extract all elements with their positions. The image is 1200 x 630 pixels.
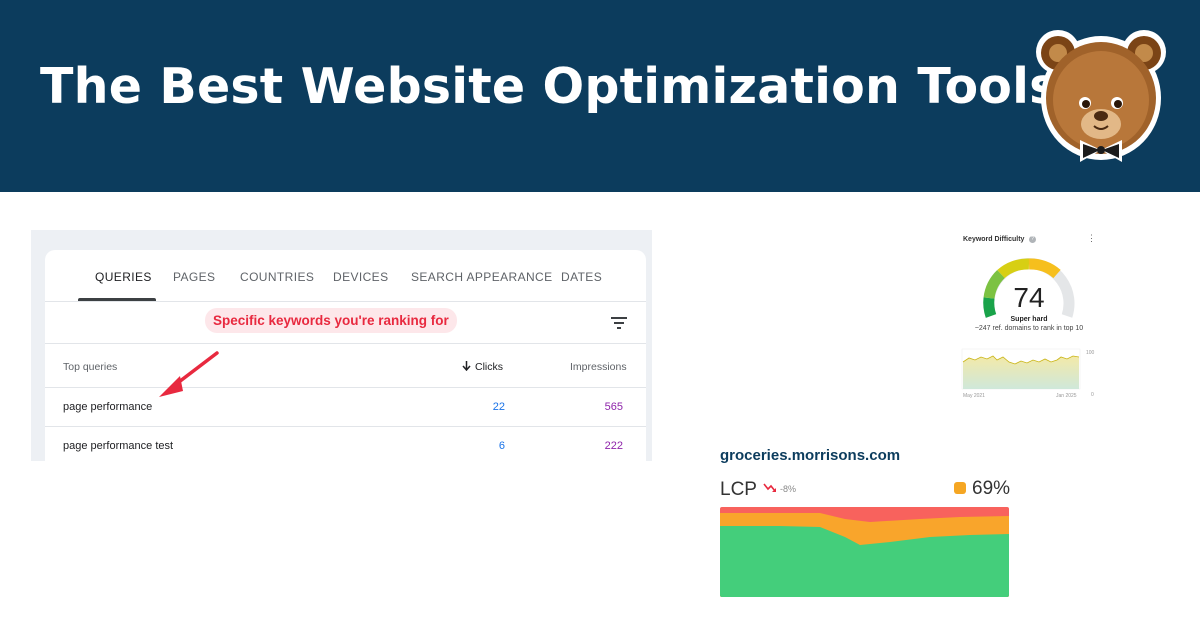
site-domain[interactable]: groceries.morrisons.com (720, 447, 900, 464)
search-console-panel: QUERIES PAGES COUNTRIES DEVICES SEARCH A… (31, 230, 652, 461)
trend-down-icon (763, 483, 776, 492)
tab-search-appearance[interactable]: SEARCH APPEARANCE (411, 270, 553, 284)
kd-label: Super hard (1010, 316, 1048, 323)
kd-score: 74 (1013, 282, 1045, 313)
tab-queries[interactable]: QUERIES (95, 270, 152, 284)
clicks-header-label: Clicks (475, 361, 503, 373)
column-header-clicks[interactable]: Clicks (462, 361, 503, 373)
kd-x-axis-start: May 2021 (963, 393, 985, 399)
lcp-distribution-chart (720, 507, 1009, 597)
report-tabs: QUERIES PAGES COUNTRIES DEVICES SEARCH A… (45, 250, 646, 302)
sort-down-arrow-icon (462, 361, 471, 372)
page-title: The Best Website Optimization Tools (40, 58, 1059, 115)
annotation-badge: Specific keywords you're ranking for (205, 308, 457, 333)
tab-countries[interactable]: COUNTRIES (240, 270, 314, 284)
filter-row: Specific keywords you're ranking for (45, 302, 646, 344)
kd-y-axis-top: 100 (1086, 350, 1095, 356)
clicks-cell: 6 (498, 440, 505, 452)
legend-swatch-needs-improvement (954, 482, 966, 494)
query-cell: page performance (63, 401, 153, 413)
bear-mascot-icon (1036, 30, 1166, 162)
kd-subtitle: ~247 ref. domains to rank in top 10 (974, 325, 1084, 332)
table-row[interactable]: page performance 22 565 (45, 388, 646, 427)
column-header-impressions[interactable]: Impressions (570, 361, 627, 373)
impressions-cell: 565 (604, 401, 623, 413)
metric-percent: 69% (972, 478, 1011, 499)
active-tab-indicator (78, 298, 156, 301)
impressions-cell: 222 (604, 440, 623, 452)
tab-devices[interactable]: DEVICES (333, 270, 388, 284)
crux-lcp-widget: groceries.morrisons.com LCP -8% 69% (718, 440, 1013, 600)
metric-name: LCP (720, 479, 757, 500)
kd-y-axis-bottom: 0 (1091, 392, 1094, 398)
query-cell: page performance test (63, 440, 174, 452)
table-header: Top queries Clicks Impressions (45, 344, 646, 388)
info-icon[interactable]: ? (1029, 236, 1036, 243)
performance-report-card: QUERIES PAGES COUNTRIES DEVICES SEARCH A… (45, 250, 646, 461)
kd-title: Keyword Difficulty (963, 236, 1025, 243)
tab-pages[interactable]: PAGES (173, 270, 215, 284)
filter-icon[interactable] (610, 316, 628, 330)
metric-change: -8% (780, 484, 797, 494)
header-banner: The Best Website Optimization Tools (0, 0, 1200, 192)
column-header-queries[interactable]: Top queries (63, 361, 117, 373)
more-vert-icon[interactable]: ⋮ (1087, 233, 1096, 244)
keyword-difficulty-widget: Keyword Difficulty ? ⋮ 74 Super hard ~24… (955, 230, 1100, 405)
clicks-cell: 22 (492, 401, 505, 413)
kd-x-axis-end: Jan 2025 (1056, 393, 1077, 399)
tab-dates[interactable]: DATES (561, 270, 602, 284)
table-row[interactable]: page performance test 6 222 (45, 427, 646, 461)
